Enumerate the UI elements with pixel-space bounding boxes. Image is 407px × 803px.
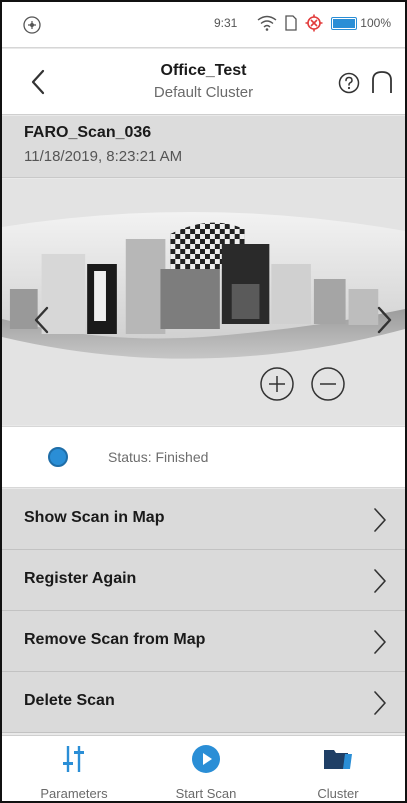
nav-start-scan[interactable]: Start Scan xyxy=(146,736,266,801)
chevron-right-icon xyxy=(374,630,386,654)
chevron-right-icon xyxy=(374,569,386,593)
home-icon[interactable] xyxy=(370,69,394,95)
battery-icon xyxy=(331,16,358,30)
action-label: Remove Scan from Map xyxy=(24,631,206,648)
location-off-icon xyxy=(305,14,323,32)
action-label: Delete Scan xyxy=(24,692,115,709)
app-icon xyxy=(23,16,41,34)
nav-label: Parameters xyxy=(40,786,108,801)
scan-preview-area xyxy=(2,179,405,425)
next-scan-icon[interactable] xyxy=(374,305,394,335)
chevron-right-icon xyxy=(374,508,386,532)
scan-status-row: Status: Finished xyxy=(2,426,405,488)
help-icon[interactable] xyxy=(338,72,360,94)
nav-cluster[interactable]: Cluster xyxy=(278,736,398,801)
sliders-icon xyxy=(63,746,84,772)
remove-scan-from-map-button[interactable]: Remove Scan from Map xyxy=(2,611,405,672)
battery-percent: 100% xyxy=(360,16,391,30)
panorama-preview-image[interactable] xyxy=(2,209,405,369)
scan-actions-list: Show Scan in Map Register Again Remove S… xyxy=(2,489,405,733)
play-icon xyxy=(192,745,220,773)
chevron-right-icon xyxy=(374,691,386,715)
previous-scan-icon[interactable] xyxy=(32,305,52,335)
nav-label: Cluster xyxy=(317,786,359,801)
scan-name: FARO_Scan_036 xyxy=(24,124,152,141)
zoom-in-icon[interactable] xyxy=(259,366,295,402)
scan-info-panel: FARO_Scan_036 11/18/2019, 8:23:21 AM xyxy=(2,116,405,178)
show-scan-in-map-button[interactable]: Show Scan in Map xyxy=(2,489,405,550)
app-header: Office_Test Default Cluster xyxy=(2,49,405,115)
app-frame: 9:31 100% Office_Test Default Cluster FA… xyxy=(0,0,407,803)
action-label: Register Again xyxy=(24,570,137,587)
folder-icon xyxy=(324,750,352,769)
status-indicator-dot xyxy=(48,447,68,467)
delete-scan-button[interactable]: Delete Scan xyxy=(2,672,405,733)
sim-icon xyxy=(285,15,297,31)
wifi-icon xyxy=(257,15,277,31)
battery-indicator: 100% xyxy=(331,16,391,30)
nav-label: Start Scan xyxy=(175,786,237,801)
nav-parameters[interactable]: Parameters xyxy=(14,736,134,801)
clock: 9:31 xyxy=(213,16,238,30)
register-again-button[interactable]: Register Again xyxy=(2,550,405,611)
action-label: Show Scan in Map xyxy=(24,509,165,526)
bottom-navigation: Parameters Start Scan Cluster xyxy=(2,735,405,801)
status-text: Status: Finished xyxy=(108,449,209,465)
zoom-out-icon[interactable] xyxy=(310,366,346,402)
system-status-bar: 9:31 100% xyxy=(2,2,405,48)
scan-date: 11/18/2019, 8:23:21 AM xyxy=(24,148,183,165)
